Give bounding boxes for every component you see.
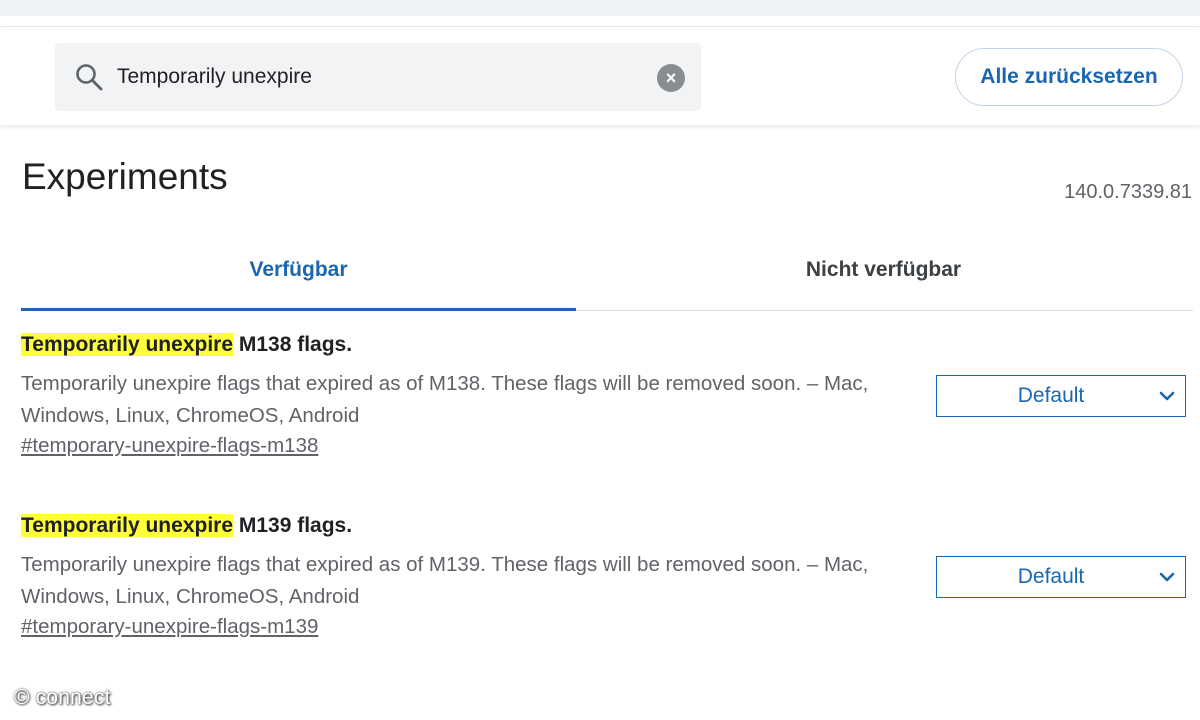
- top-band: [0, 0, 1200, 16]
- search-input[interactable]: [117, 43, 637, 111]
- flag-item: Temporarily unexpire M139 flags. Tempora…: [21, 513, 1191, 639]
- tab-unavailable[interactable]: Nicht verfügbar: [606, 240, 1161, 308]
- search-highlight: Temporarily unexpire: [21, 514, 234, 537]
- chevron-down-icon: [1159, 391, 1175, 401]
- flag-anchor-link[interactable]: #temporary-unexpire-flags-m139: [21, 615, 318, 639]
- flag-select-value: Default: [1017, 565, 1085, 588]
- flag-anchor-link[interactable]: #temporary-unexpire-flags-m138: [21, 434, 318, 458]
- version-label: 140.0.7339.81: [1064, 181, 1192, 203]
- page-title: Experiments: [22, 156, 228, 197]
- clear-icon[interactable]: ×: [657, 64, 685, 92]
- search-icon: [76, 64, 103, 91]
- reset-all-button[interactable]: Alle zurücksetzen: [955, 48, 1183, 106]
- tab-available[interactable]: Verfügbar: [21, 240, 576, 311]
- flag-select-value: Default: [1017, 384, 1085, 407]
- search-box[interactable]: ×: [55, 43, 701, 111]
- copyright-watermark: © connect: [14, 686, 111, 709]
- flag-description: Temporarily unexpire flags that expired …: [21, 372, 869, 427]
- search-highlight: Temporarily unexpire: [21, 333, 234, 356]
- flag-title-rest: M139 flags.: [233, 514, 353, 537]
- flag-state-select[interactable]: Default: [936, 375, 1186, 417]
- flag-description: Temporarily unexpire flags that expired …: [21, 553, 869, 608]
- flag-title-rest: M138 flags.: [233, 333, 353, 356]
- flag-state-select[interactable]: Default: [936, 556, 1186, 598]
- tab-bar: Verfügbar Nicht verfügbar: [21, 240, 1193, 311]
- flag-title: Temporarily unexpire M138 flags.: [21, 332, 1191, 358]
- flag-item: Temporarily unexpire M138 flags. Tempora…: [21, 332, 1191, 458]
- chevron-down-icon: [1159, 572, 1175, 582]
- flag-title: Temporarily unexpire M139 flags.: [21, 513, 1191, 539]
- header-bar: × Alle zurücksetzen: [0, 26, 1200, 125]
